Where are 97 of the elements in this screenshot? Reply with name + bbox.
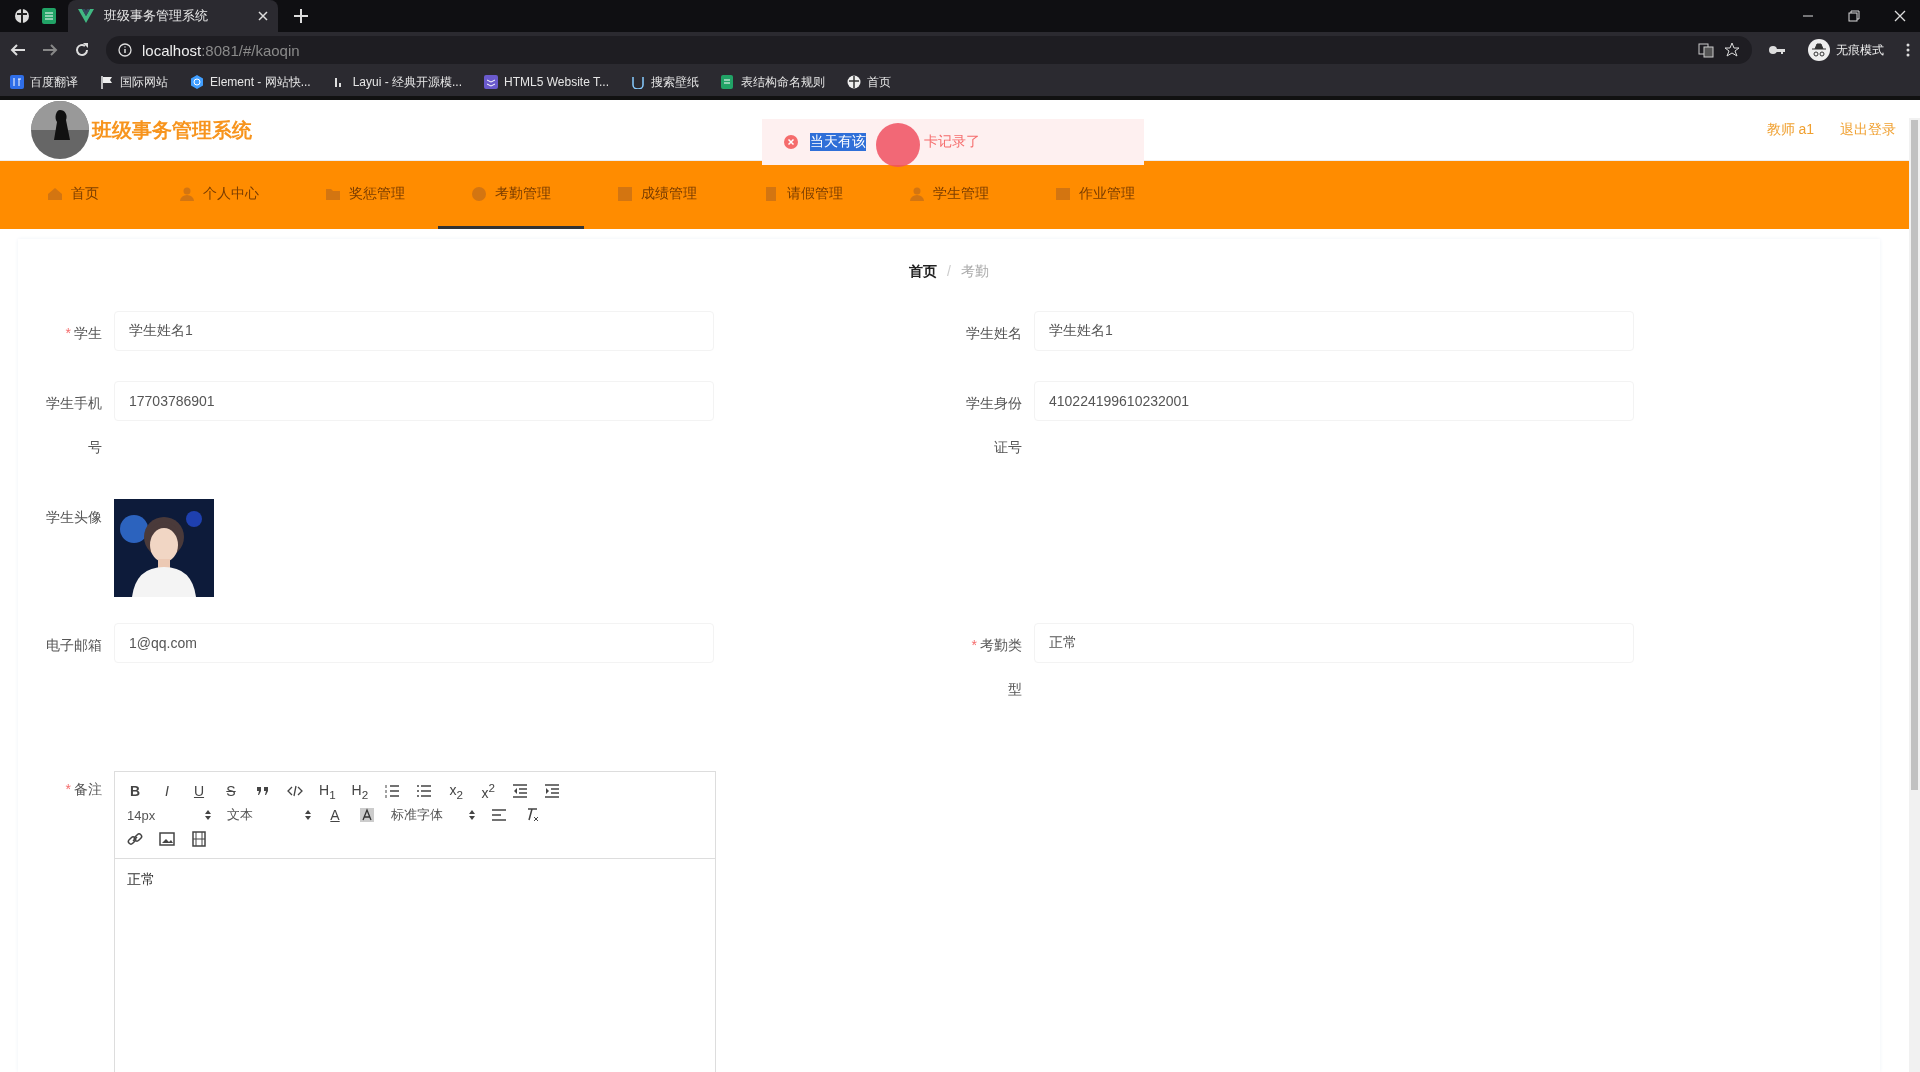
breadcrumb-item: 考勤 [960,263,989,281]
breadcrumb-separator: / [947,263,951,281]
browser-icon[interactable] [14,8,30,24]
input-field[interactable]: 1@qq.com [114,623,714,663]
profile-button[interactable]: 无痕模式 [1802,39,1890,61]
field-label: 电子邮箱 [46,637,102,653]
updown-icon [305,810,311,820]
bookmark[interactable]: Layui - 经典开源模... [332,73,463,91]
field-label: 学生身份证号 [966,395,1022,455]
nav-item[interactable]: 请假管理 [730,161,876,229]
person-icon [179,185,195,202]
bookmark[interactable]: 首页 [847,73,891,91]
format-button[interactable]: A [327,807,343,823]
input-field[interactable]: 学生姓名1 [114,311,714,351]
outdent-icon[interactable] [512,783,529,799]
format-button[interactable]: S [223,783,239,799]
format-button[interactable]: U [191,783,207,799]
nav-item[interactable]: 作业管理 [1022,161,1168,229]
message-text: 当天有该 [810,133,866,151]
toolbar-dropdown[interactable]: 标准字体 [391,806,475,824]
new-tab-icon[interactable] [294,9,308,23]
breadcrumb-item[interactable]: 首页 [909,263,938,281]
editor-text: 正常 [126,870,156,889]
person-icon [909,185,925,202]
globe-icon [847,75,861,89]
url-text: localhost:8081/#/kaoqin [142,41,300,59]
restore-icon[interactable] [1848,10,1860,22]
field-label: 备注 [74,781,102,797]
align-icon[interactable] [491,807,507,823]
input-field[interactable]: 17703786901 [114,381,714,421]
bookmark[interactable]: 搜索壁纸 [631,73,699,91]
field-label: 考勤类型 [980,637,1022,697]
highlight-icon[interactable] [359,807,375,823]
incognito-icon [1808,39,1830,61]
field-label: 学生头像 [46,509,102,525]
hex-icon [190,75,204,89]
bookmark[interactable]: Element - 网站快... [190,73,311,91]
field-label: 学生手机号 [46,395,102,455]
updown-icon [469,810,475,820]
code-icon[interactable] [287,783,303,799]
format-button[interactable]: H$_{1}$ [319,781,336,801]
nav-item[interactable]: 个人中心 [146,161,292,229]
close-icon[interactable] [1894,10,1906,22]
more-icon[interactable] [1906,43,1910,57]
format-button[interactable]: B [127,783,143,799]
flag-icon [100,75,114,89]
nav-item[interactable]: 考勤管理 [438,161,584,229]
tab-title: 班级事务管理系统 [104,7,209,25]
nav-item[interactable]: 首页 [0,161,146,229]
toolbar-dropdown[interactable]: 14px [127,807,211,823]
forward-icon[interactable] [42,42,58,58]
image-icon[interactable] [159,831,175,847]
star-icon[interactable] [1724,42,1740,58]
bookmark[interactable]: HTML5 Website T... [484,75,609,89]
bookmark[interactable]: 表结构命名规则 [721,73,825,91]
indent-icon[interactable] [544,783,561,799]
translate-icon[interactable] [1698,42,1714,58]
format-button[interactable]: I [159,783,175,799]
reload-icon[interactable] [74,42,90,58]
nav-item[interactable]: 成绩管理 [584,161,730,229]
input-field[interactable]: 学生姓名1 [1034,311,1634,351]
input-field[interactable]: 410224199610232001 [1034,381,1634,421]
nav-item[interactable]: 学生管理 [876,161,1022,229]
bookmark[interactable]: 国际网站 [100,73,168,91]
message-text: 卡记录了 [924,133,980,151]
user-name: 教师 a1 [1766,121,1814,139]
toolbar-dropdown[interactable]: 文本 [227,806,311,824]
browser-tab[interactable]: 班级事务管理系统 [68,0,278,32]
video-icon[interactable] [191,831,207,847]
address-field[interactable]: localhost:8081/#/kaoqin [106,36,1752,64]
format-button[interactable]: H$_{2}$ [351,781,369,801]
scrollbar[interactable] [1909,118,1920,1072]
cursor-highlight [876,123,920,167]
info-icon [118,43,132,57]
link-icon[interactable] [127,831,143,847]
input-field[interactable]: 正常 [1034,623,1634,663]
field-label: 学生 [74,325,102,341]
required-mark: * [65,325,71,341]
numbered-list-icon[interactable] [384,783,401,799]
sheet-icon [721,75,735,89]
required-mark: * [65,781,71,797]
back-icon[interactable] [10,42,26,58]
field-label: 学生姓名 [966,325,1022,341]
site-title: 班级事务管理系统 [92,117,252,143]
required-mark: * [971,637,977,653]
error-icon [784,135,798,149]
close-icon[interactable] [258,11,268,21]
format-button[interactable]: x$^{2}$ [480,781,497,801]
nav-item[interactable]: 奖惩管理 [292,161,438,229]
format-button[interactable]: x$_{2}$ [448,781,465,801]
key-icon[interactable] [1768,44,1786,56]
updown-icon [205,810,211,820]
home-icon [47,185,63,202]
vue-logo-icon [78,9,94,23]
translate-icon [10,75,24,89]
bookmark[interactable]: 百度翻译 [10,73,78,91]
bullet-list-icon[interactable] [416,783,433,799]
